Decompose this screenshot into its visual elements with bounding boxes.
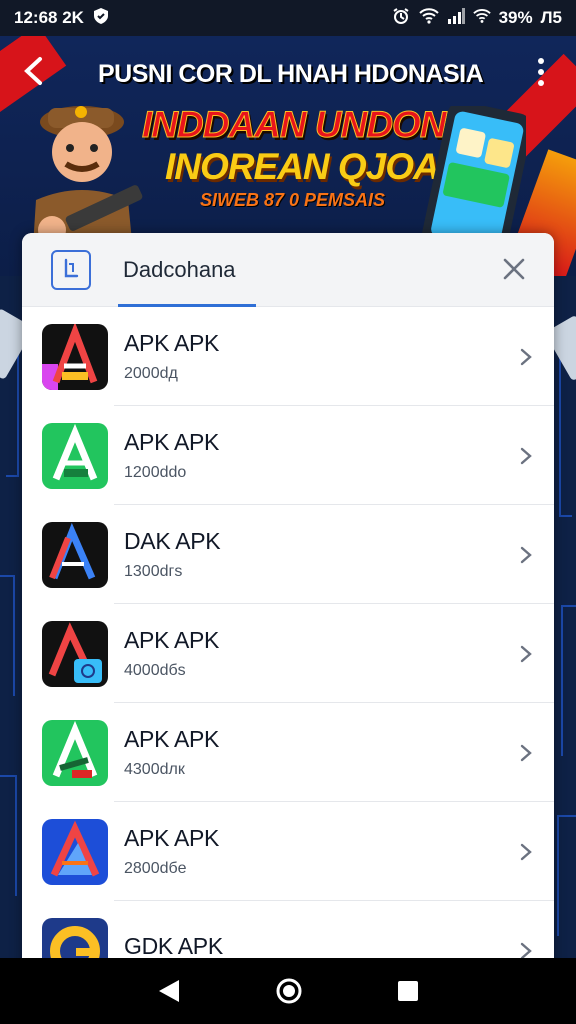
app-size: 2800dбe [124, 860, 187, 877]
chevron-right-icon [520, 744, 532, 761]
chevron-right-icon [520, 645, 532, 662]
app-name: APK APK [124, 429, 220, 455]
download-folder-icon [64, 258, 79, 277]
list-item[interactable]: APK APK 4300dлк [22, 703, 554, 802]
battery-percent: 39% [498, 8, 533, 27]
chevron-right-icon [520, 447, 532, 464]
alarm-icon [391, 7, 411, 30]
nav-back-button[interactable] [157, 978, 181, 1004]
app-name: APK APK [124, 330, 220, 356]
wifi-icon-2 [472, 8, 491, 29]
list-item[interactable]: APK APK 2800dбe [22, 802, 554, 901]
banner-title: PUSNI COR DL HNAH HDONASIA [98, 60, 484, 88]
list-item[interactable]: APK APK 2000dд [22, 307, 554, 406]
chevron-right-icon [520, 843, 532, 860]
nav-recents-button[interactable] [397, 980, 419, 1002]
close-button[interactable] [496, 251, 532, 287]
a-logo-black-photo-icon [42, 620, 108, 687]
more-dot-icon [538, 69, 544, 75]
sheet-title: Dadcohana [123, 256, 236, 282]
a-logo-green-icon [42, 422, 108, 489]
app-name: APK APK [124, 825, 220, 851]
banner-subheadline: SIWEB 87 0 PEMSAIS [200, 190, 386, 210]
more-dot-icon [538, 58, 544, 64]
sheet-header: Dadcohana [22, 233, 554, 307]
app-size: 1300dгs [124, 563, 183, 580]
list-item[interactable]: APK APK 4000dбs [22, 604, 554, 703]
app-size: 4300dлк [124, 761, 185, 778]
status-time: 12:68 2K [14, 8, 84, 27]
carrier-label: Л5 [540, 8, 562, 27]
nav-home-button[interactable] [275, 977, 303, 1005]
app-name: APK APK [124, 726, 220, 752]
app-name: DAK APK [124, 528, 221, 554]
status-bar: 12:68 2K 39% Л5 [0, 0, 576, 36]
app-name: APK APK [124, 627, 220, 653]
downloads-sheet: Dadcohana APK APK 2000dд APK APK 1200ddo [22, 233, 554, 973]
home-circle-icon [276, 978, 302, 1004]
shield-icon [92, 7, 110, 29]
folder-button[interactable] [51, 249, 91, 290]
back-triangle-icon [159, 980, 179, 1002]
a-logo-black-red-icon [42, 323, 108, 390]
close-icon [503, 258, 525, 280]
app-name: GDK APK [124, 933, 223, 959]
wifi-icon [418, 7, 439, 29]
more-dot-icon [538, 80, 544, 86]
list-item[interactable]: APK APK 1200ddo [22, 406, 554, 505]
recents-square-icon [398, 981, 418, 1001]
a-logo-blue-red-icon [42, 818, 108, 885]
more-options-button[interactable] [538, 58, 546, 86]
signal-icon [447, 7, 465, 29]
chevron-right-icon [520, 546, 532, 563]
a-logo-green-dark-icon [42, 719, 108, 786]
a-logo-black-blue-icon [42, 521, 108, 588]
apk-list: APK APK 2000dд APK APK 1200ddo DAK APK 1… [22, 307, 554, 973]
app-size: 2000dд [124, 365, 178, 382]
list-item[interactable]: DAK APK 1300dгs [22, 505, 554, 604]
app-size: 1200ddo [124, 464, 187, 481]
navigation-bar [0, 958, 576, 1024]
app-size: 4000dбs [124, 662, 186, 679]
chevron-right-icon [520, 348, 532, 365]
